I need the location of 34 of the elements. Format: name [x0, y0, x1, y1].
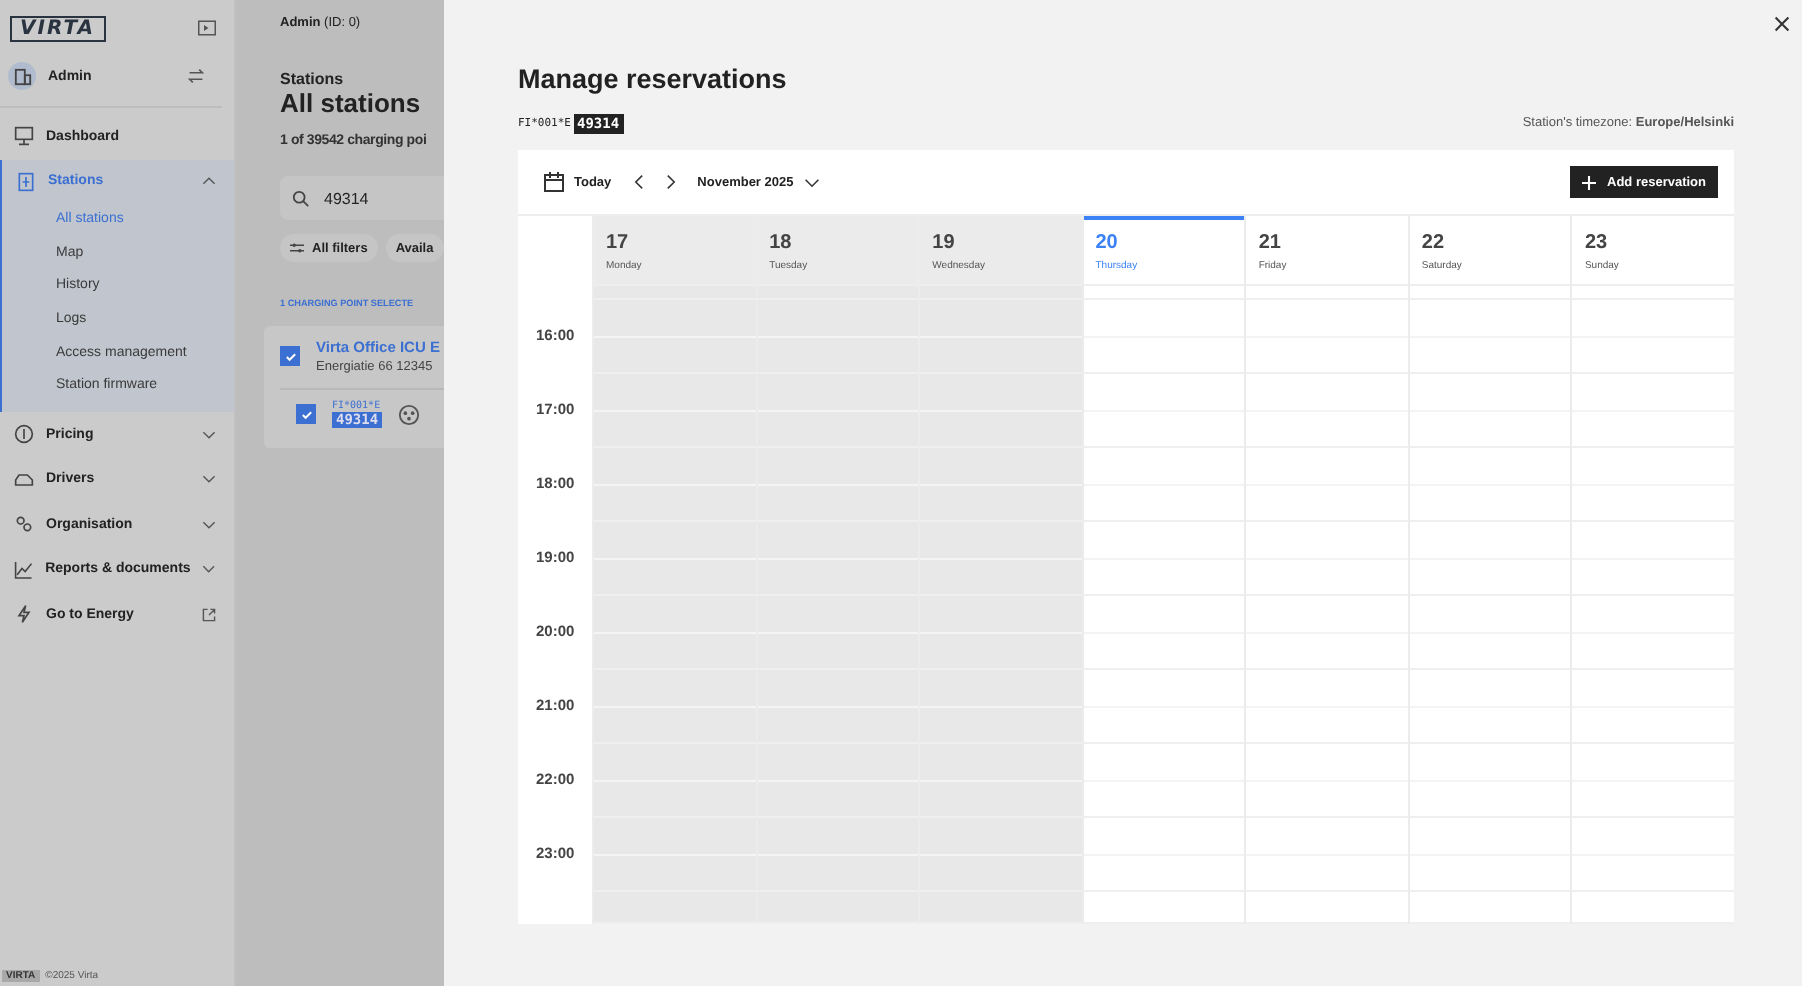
checkbox[interactable] [280, 346, 300, 366]
chevron-icon [202, 474, 216, 485]
monitor-icon [14, 126, 34, 147]
plug-icon [398, 403, 421, 425]
coin-icon [14, 424, 34, 445]
switch-icon[interactable] [188, 68, 204, 84]
building-icon [8, 62, 36, 90]
previous-icon[interactable] [633, 174, 644, 190]
bolt-icon [14, 604, 34, 625]
check-icon [299, 407, 313, 421]
chevron-icon [202, 176, 216, 187]
chevron-icon [202, 564, 216, 575]
calendar-icon [544, 172, 564, 192]
modal-title: Manage reservations [518, 64, 789, 96]
close-icon[interactable] [1774, 16, 1790, 32]
search-icon [292, 189, 310, 207]
page-title: All stations [280, 88, 423, 118]
external-link-icon [202, 607, 216, 622]
logo[interactable]: VIRTA [10, 15, 105, 41]
breadcrumb[interactable]: Stations [280, 70, 444, 88]
check-icon [283, 349, 297, 363]
charger-icon [16, 171, 36, 192]
checkbox[interactable] [296, 404, 316, 424]
search-field[interactable]: 49314 [280, 176, 444, 220]
plus-icon [1581, 175, 1595, 189]
chart-icon [14, 559, 34, 580]
chevron-icon [202, 519, 216, 530]
car-icon [14, 469, 34, 490]
chevron-icon [202, 429, 216, 440]
people-icon [14, 514, 34, 535]
sliders-icon [290, 242, 304, 254]
caret-icon [803, 177, 820, 187]
panel-toggle-icon[interactable] [198, 20, 216, 36]
next-icon[interactable] [665, 174, 676, 190]
